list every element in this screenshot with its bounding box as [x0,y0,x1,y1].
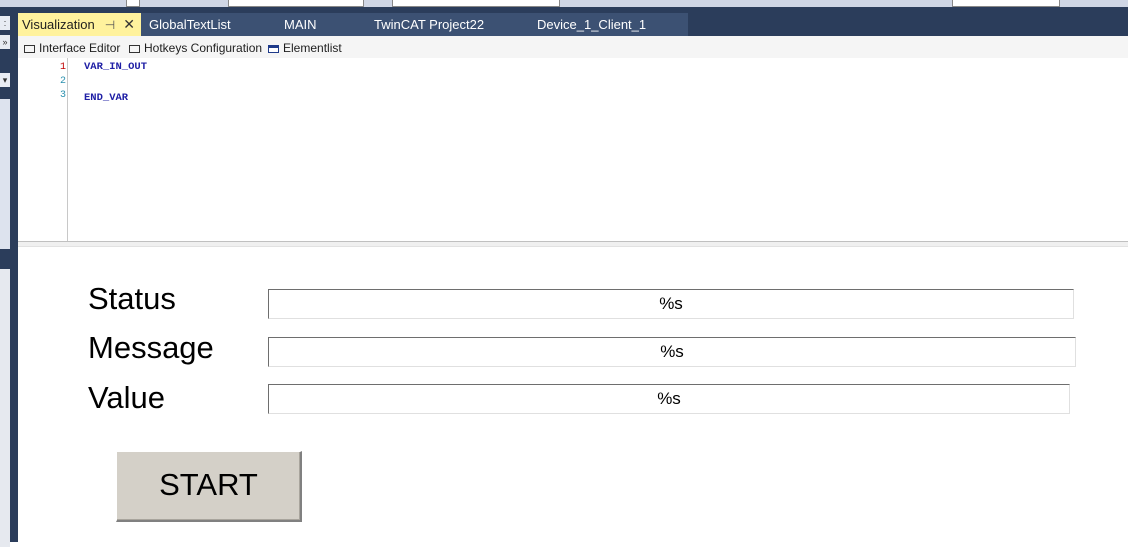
start-button[interactable]: START [116,451,302,522]
interface-editor-icon [24,44,35,53]
tab-label: TwinCAT Project22 [374,17,485,32]
hotkeys-configuration-label: Hotkeys Configuration [144,41,263,55]
hotkeys-configuration-button[interactable]: Hotkeys Configuration [129,40,262,56]
line-number: 2 [59,76,66,87]
message-label: Message [88,330,214,365]
tab-visualization[interactable]: Visualization ⊣ ✕ [18,13,141,36]
side-overflow-icon[interactable]: » [0,35,10,49]
side-scroll-area[interactable] [0,269,10,547]
visualization-canvas: Status %s Message %s Value %s START [18,247,1128,542]
close-icon[interactable]: ✕ [123,16,135,32]
status-label: Status [88,281,176,316]
declaration-editor[interactable]: 1 2 3 VAR_IN_OUT END_VAR [18,58,1128,241]
gutter-divider [67,58,68,241]
toolbar-button[interactable] [126,0,140,7]
toolbar-dropdown[interactable] [392,0,560,7]
tab-twincat-project22[interactable]: TwinCAT Project22 [374,13,484,36]
hotkeys-icon [129,44,140,53]
code-line[interactable]: END_VAR [84,92,128,105]
side-dropdown-icon[interactable]: ▾ [0,73,10,87]
value-label: Value [88,380,165,415]
tab-label: Device_1_Client_1 [537,17,647,32]
tab-label: MAIN [284,17,317,32]
toolbar-dropdown[interactable] [952,0,1060,7]
line-number: 3 [59,90,66,101]
pin-icon[interactable]: ⊣ [105,18,115,32]
tab-globaltextlist[interactable]: GlobalTextList [149,13,231,36]
document-tab-row: Visualization ⊣ ✕ GlobalTextList MAIN Twin… [18,7,1128,36]
interface-editor-label: Interface Editor [39,41,121,55]
editor-subtoolbar: Interface Editor Hotkeys Configuration E… [18,36,1128,58]
value-field[interactable]: %s [268,384,1070,414]
tab-label: Visualization [22,17,95,32]
interface-editor-button[interactable]: Interface Editor [24,40,120,56]
message-field[interactable]: %s [268,337,1076,367]
tab-strip: Visualization ⊣ ✕ GlobalTextList MAIN Twin… [18,13,688,36]
side-tab[interactable]: : [0,16,10,30]
side-scroll-area[interactable] [0,99,10,249]
elementlist-label: Elementlist [283,41,342,55]
left-side-panel: : » ▾ [0,7,18,547]
elementlist-button[interactable]: Elementlist [268,40,342,56]
tab-label: GlobalTextList [149,17,231,32]
code-line[interactable]: VAR_IN_OUT [84,61,147,74]
status-field[interactable]: %s [268,289,1074,319]
line-number: 1 [59,62,66,73]
line-number-gutter: 1 2 3 [18,58,67,241]
tab-main[interactable]: MAIN [284,13,317,36]
toolbar-dropdown[interactable] [228,0,364,7]
tab-device-1-client-1[interactable]: Device_1_Client_1 [537,13,646,36]
elementlist-icon [268,44,279,53]
